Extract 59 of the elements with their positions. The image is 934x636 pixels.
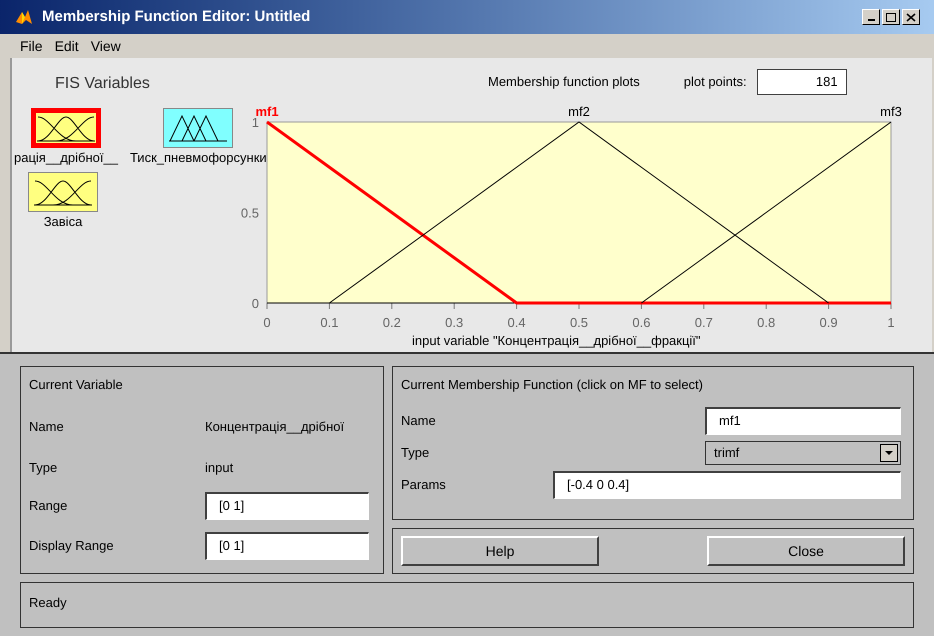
status-text: Ready (29, 595, 67, 610)
x-tick-label: 0.7 (694, 315, 713, 330)
mf-params-field[interactable]: [-0.4 0 0.4] (553, 470, 901, 498)
x-tick-label: 0.6 (632, 315, 650, 330)
x-tick-label: 0.2 (382, 315, 401, 330)
maximize-icon (886, 12, 896, 22)
panel-title: Current Variable (29, 376, 124, 394)
x-tick-label: 0.3 (445, 315, 464, 330)
range-field[interactable]: [0 1] (205, 492, 369, 520)
minimize-button[interactable] (862, 9, 880, 25)
menu-item[interactable]: File (20, 36, 43, 56)
display-range-field[interactable]: [0 1] (205, 532, 369, 560)
x-tick-label: 0.5 (570, 315, 588, 330)
field-label: Params (401, 476, 446, 494)
menu-item[interactable]: Edit (54, 36, 79, 56)
close-button[interactable] (902, 9, 920, 25)
field-label: Type (29, 459, 58, 477)
app-logo-icon (14, 8, 34, 26)
y-tick-label: 0 (252, 296, 259, 311)
field-label: Name (29, 418, 65, 436)
section-title: FIS Variables (55, 74, 151, 94)
panel-title: Current Membership Function (click on MF to select) (401, 376, 704, 394)
variable-label: рація__дрібної__ (14, 149, 118, 167)
variable-type: input (205, 459, 234, 477)
plot-points-label: plot points: (684, 73, 747, 92)
plot-title: Membership function plots (488, 73, 640, 92)
x-tick-label: 0.8 (757, 315, 776, 330)
dialog-button[interactable]: Help (401, 536, 599, 566)
x-tick-label: 0.9 (820, 315, 838, 330)
close-icon (906, 12, 916, 22)
fis-variable-tile[interactable] (30, 108, 101, 148)
fis-variable-tile[interactable] (28, 172, 98, 212)
menu-item[interactable]: View (90, 36, 121, 56)
membership-curve[interactable] (328, 121, 830, 304)
maximize-button[interactable] (882, 9, 900, 25)
minimize-icon (868, 19, 874, 21)
fis-variable-tile[interactable] (163, 108, 234, 148)
variable-label: Тиск_пневмофорсунки (130, 149, 267, 167)
mf-name-field[interactable]: mf1 (705, 406, 901, 434)
variable-name: Концентрація__дрібної (205, 418, 344, 436)
field-label: Display Range (29, 536, 115, 555)
curve-label: mf2 (568, 104, 590, 119)
x-tick-label: 0.1 (320, 315, 338, 330)
x-tick-label: 0 (263, 315, 271, 330)
field-label: Type (401, 444, 430, 462)
variable-label: Завіса (44, 212, 82, 230)
curve-label: mf3 (880, 104, 902, 119)
y-tick-label: 0.5 (240, 206, 259, 220)
field-label: Name (401, 412, 436, 430)
triangle-curves-icon (168, 113, 228, 143)
plot-points-field[interactable]: 181 (756, 69, 847, 95)
mf-type-dropdown[interactable]: trimf (705, 440, 901, 464)
dialog-button[interactable]: Close (707, 536, 905, 566)
field-label: Range (29, 496, 68, 515)
x-axis-label: input variable "Концентрація__дрібної__фракції" (412, 332, 702, 350)
x-tick-label: 0.4 (508, 315, 526, 330)
x-tick-label: 1 (887, 315, 895, 330)
membership-curve[interactable] (640, 122, 892, 304)
window-title: Membership Function Editor: Untitled (42, 6, 310, 27)
